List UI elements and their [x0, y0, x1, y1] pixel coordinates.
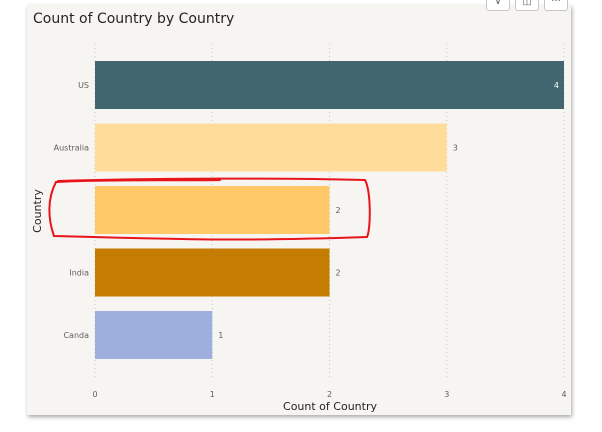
data-label: 1 — [218, 331, 223, 340]
x-tick-label: 4 — [561, 390, 566, 399]
data-label: 2 — [336, 206, 341, 215]
y-tick-label: India — [69, 269, 89, 278]
x-tick-label: 0 — [92, 390, 97, 399]
y-axis-title: Country — [31, 189, 44, 233]
x-axis-title: Count of Country — [283, 400, 377, 413]
y-tick-label: Australia — [54, 144, 89, 153]
bar-us[interactable] — [95, 61, 564, 109]
data-label: 3 — [453, 144, 458, 153]
bar-australia[interactable] — [95, 123, 447, 172]
bars — [95, 61, 564, 359]
y-tick-label: Canda — [63, 331, 89, 340]
data-label: 2 — [336, 269, 341, 278]
bar-unlabeled[interactable] — [95, 186, 330, 234]
bar-chart-plot: 4 3 2 2 1 US Australia India Canda 0 1 2 3 4 Count … — [31, 44, 567, 413]
x-tick-label: 2 — [327, 390, 332, 399]
x-tick-label: 1 — [210, 390, 215, 399]
data-label: 4 — [554, 81, 559, 90]
y-tick-label: US — [78, 81, 89, 90]
x-tick-label: 3 — [444, 390, 449, 399]
x-axis-tick-labels: 0 1 2 3 4 — [92, 390, 566, 399]
bar-canda[interactable] — [95, 311, 213, 359]
bar-india[interactable] — [95, 248, 330, 297]
y-axis-tick-labels: US Australia India Canda — [54, 81, 89, 340]
